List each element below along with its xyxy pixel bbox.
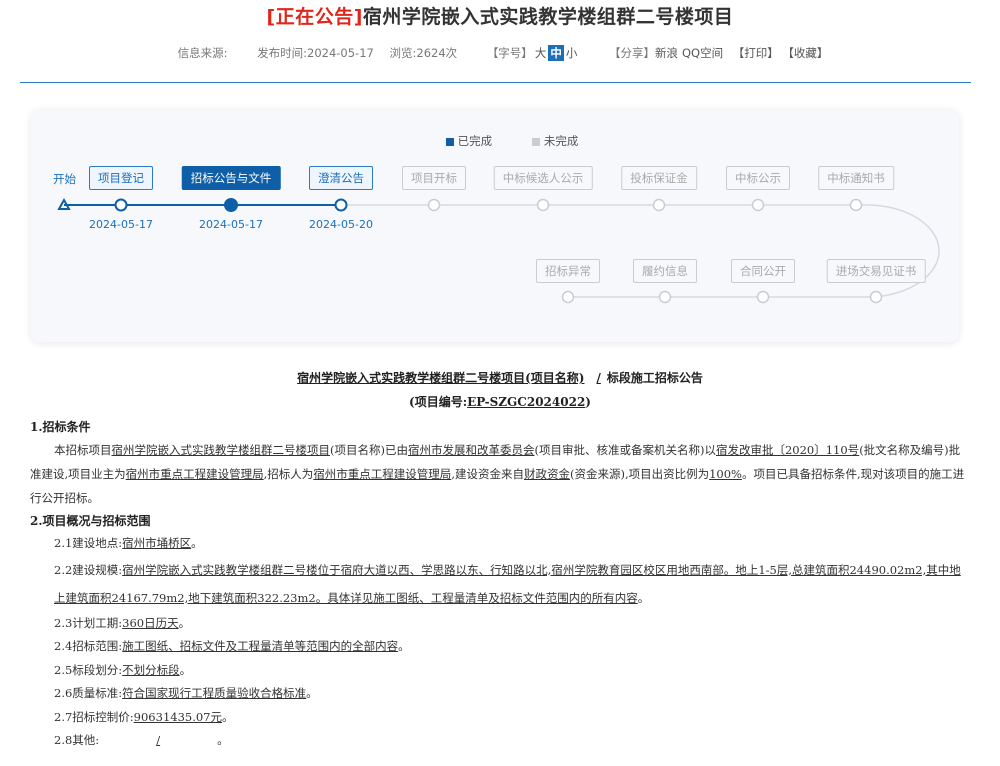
item-value: 施工图纸、招标文件及工程量清单等范围内的全部内容 xyxy=(122,639,399,653)
notice-lot: / xyxy=(596,371,601,385)
stage-bid-bond[interactable]: 投标保证金 xyxy=(621,166,697,190)
period: 。 xyxy=(178,615,191,630)
code-label: (项目编号: xyxy=(409,395,468,409)
stage-performance-info[interactable]: 履约信息 xyxy=(633,259,697,283)
item-2-2: 2.2建设规模:宿州学院嵌入式实践教学楼组群二号楼位于宿府大道以西、学思路以东、… xyxy=(30,556,965,612)
item-label: 2.6质量标准: xyxy=(54,686,123,700)
stage-date-3: 2024-05-20 xyxy=(309,218,373,231)
item-value: 宿州学院嵌入式实践教学楼组群二号楼位于宿府大道以西、学思路以东、行知路以北,宿州… xyxy=(54,562,961,605)
stage-project-registration[interactable]: 项目登记 xyxy=(89,166,153,190)
item-value: 宿州市埇桥区 xyxy=(122,536,192,550)
item-value: 符合国家现行工程质量验收合格标准 xyxy=(122,686,307,700)
text: ,建设资金来自 xyxy=(451,467,524,481)
item-value: 不划分标段 xyxy=(122,662,180,677)
item-label: 2.3计划工期: xyxy=(54,615,123,630)
node-12 xyxy=(869,290,883,304)
node-2 xyxy=(224,198,238,212)
stage-award-notice[interactable]: 中标通知书 xyxy=(818,166,894,190)
node-5 xyxy=(536,198,550,212)
node-6 xyxy=(652,198,666,212)
item-2-3: 2.3计划工期:360日历天。 xyxy=(30,612,965,636)
stage-bid-opening[interactable]: 项目开标 xyxy=(402,166,466,190)
node-3 xyxy=(334,198,348,212)
node-10 xyxy=(658,290,672,304)
text: (资金来源),项目出资比例为 xyxy=(569,467,710,481)
todo-track xyxy=(64,204,940,298)
notice-title: 宿州学院嵌入式实践教学楼组群二号楼项目(项目名称) / 标段施工招标公告 xyxy=(0,369,1000,386)
item-label: 2.7招标控制价: xyxy=(54,709,134,724)
node-1 xyxy=(114,198,128,212)
section-2-title: 2.项目概况与招标范围 xyxy=(30,514,151,528)
item-label: 2.8其他: xyxy=(54,733,100,747)
period: 。 xyxy=(217,733,229,747)
notice-content: 1.招标条件 本招标项目宿州学院嵌入式实践教学楼组群二号楼项目(项目名称)已由宿… xyxy=(30,416,965,753)
period: 。 xyxy=(637,590,650,605)
notice-project-name: 宿州学院嵌入式实践教学楼组群二号楼项目(项目名称) xyxy=(297,371,585,385)
item-value: 90631435.07元 xyxy=(133,709,222,724)
node-8 xyxy=(849,198,863,212)
item-2-4: 2.4招标范围:施工图纸、招标文件及工程量清单等范围内的全部内容。 xyxy=(30,635,965,659)
item-2-6: 2.6质量标准:符合国家现行工程质量验收合格标准。 xyxy=(30,682,965,706)
node-9 xyxy=(561,290,575,304)
period: 。 xyxy=(222,709,234,724)
period: 。 xyxy=(179,662,192,677)
stage-contract-disclosure[interactable]: 合同公开 xyxy=(731,259,795,283)
approval-document: 宿发改审批〔2020〕110号 xyxy=(715,443,860,457)
notice-title-end: 标段施工招标公告 xyxy=(606,371,703,385)
item-value: 360日历天 xyxy=(122,615,179,630)
node-11 xyxy=(756,290,770,304)
text: ,招标人为 xyxy=(263,467,314,481)
item-2-5: 2.5标段划分:不划分标段。 xyxy=(30,659,965,683)
stage-tender-exception[interactable]: 招标异常 xyxy=(536,259,600,283)
project-owner: 宿州市重点工程建设管理局 xyxy=(125,467,264,481)
code-end: ) xyxy=(585,395,591,409)
period: 。 xyxy=(398,639,410,653)
item-2-8: 2.8其他: / 。 xyxy=(30,729,965,753)
approval-authority: 宿州市发展和改革委员会 xyxy=(407,443,535,457)
code-value: EP-SZGC2024022 xyxy=(467,395,586,409)
node-7 xyxy=(751,198,765,212)
stage-award-publicity[interactable]: 中标公示 xyxy=(726,166,790,190)
stage-clarification[interactable]: 澄清公告 xyxy=(309,166,373,190)
item-2-1: 2.1建设地点:宿州市埇桥区。 xyxy=(30,532,965,556)
item-label: 2.1建设地点: xyxy=(54,536,123,550)
node-4 xyxy=(427,198,441,212)
stage-tender-notice[interactable]: 招标公告与文件 xyxy=(181,166,281,190)
stage-witness-certificate[interactable]: 进场交易见证书 xyxy=(826,259,926,283)
fund-ratio: 100% xyxy=(709,467,742,481)
section-1-title: 1.招标条件 xyxy=(30,420,91,434)
tenderer: 宿州市重点工程建设管理局 xyxy=(313,467,452,481)
item-2-7: 2.7招标控制价:90631435.07元。 xyxy=(30,706,965,730)
fund-source: 财政资金 xyxy=(523,467,570,481)
item-label: 2.2建设规模: xyxy=(54,562,123,577)
period: 。 xyxy=(306,686,318,700)
section-1-paragraph: 本招标项目宿州学院嵌入式实践教学楼组群二号楼项目(项目名称)已由宿州市发展和改革… xyxy=(30,438,965,510)
stage-date-2: 2024-05-17 xyxy=(199,218,263,231)
item-label: 2.4招标范围: xyxy=(54,639,123,653)
period: 。 xyxy=(191,536,203,550)
text: (项目名称)已由 xyxy=(330,443,408,457)
stage-candidate-publicity[interactable]: 中标候选人公示 xyxy=(493,166,593,190)
item-label: 2.5标段划分: xyxy=(54,662,123,677)
stage-date-1: 2024-05-17 xyxy=(89,218,153,231)
start-label: 开始 xyxy=(53,172,76,186)
project-name: 宿州学院嵌入式实践教学楼组群二号楼项目 xyxy=(111,443,331,457)
text: (项目审批、核准或备案机关名称)以 xyxy=(534,443,716,457)
notice-code: (项目编号:EP-SZGC2024022) xyxy=(0,393,1000,410)
text: 本招标项目 xyxy=(54,443,112,457)
item-value: / xyxy=(156,733,161,747)
